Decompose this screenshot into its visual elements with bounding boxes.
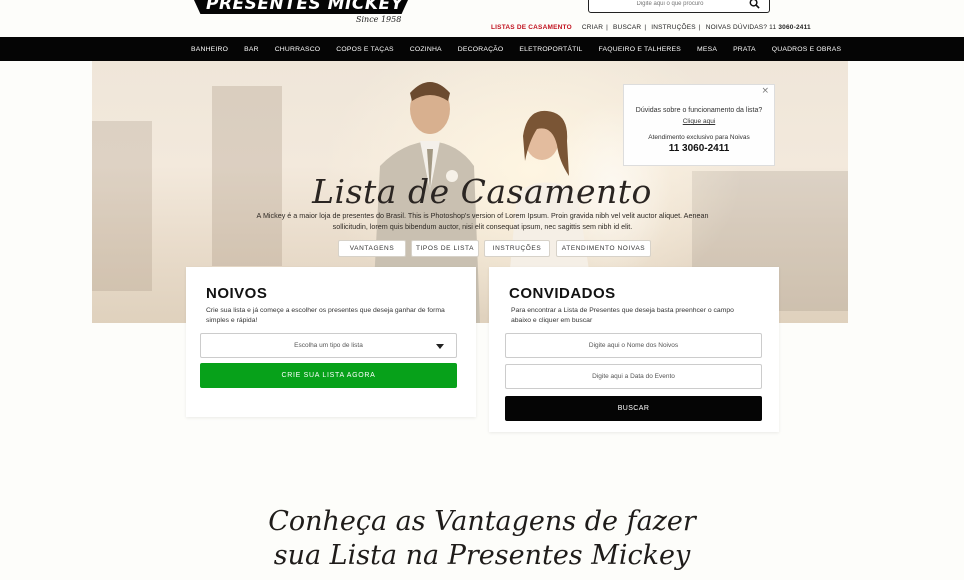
noivos-text: Crie sua lista e já começe a escolher os…	[206, 307, 445, 324]
separator: |	[644, 24, 647, 31]
caret-down-icon	[436, 344, 444, 349]
link-duvidas[interactable]: NOIVAS DÚVIDAS? 11	[706, 24, 777, 31]
site-header: PRESENTES MICKEY Since 1958 LISTAS DE CA…	[0, 0, 964, 37]
header-phone: 3060-2411	[778, 24, 811, 31]
nav-item-prata[interactable]: PRATA	[733, 46, 756, 53]
noivos-card: NOIVOS Crie sua lista e já começe a esco…	[186, 267, 476, 417]
nav-item-decora-o[interactable]: DECORAÇÃO	[458, 46, 504, 53]
convidados-text: Para encontrar a Lista de Presentes que …	[511, 307, 734, 324]
hero-description: A Mickey é a maior loja de presentes do …	[256, 211, 709, 231]
close-icon[interactable]: ×	[761, 86, 769, 96]
search-button[interactable]: BUSCAR	[505, 396, 762, 421]
convidados-title: CONVIDADOS	[509, 285, 616, 302]
noivos-title: NOIVOS	[206, 285, 268, 302]
logo-text: PRESENTES MICKEY	[206, 0, 404, 14]
link-buscar[interactable]: BUSCAR	[613, 24, 641, 31]
link-instrucoes[interactable]: INSTRUÇÕES	[651, 24, 696, 31]
nav-item-eletroport-til[interactable]: ELETROPORTÁTIL	[519, 46, 582, 53]
help-question: Dúvidas sobre o funcionamento da lista?	[635, 107, 763, 114]
logo[interactable]: PRESENTES MICKEY Since 1958	[194, 0, 408, 24]
separator: |	[606, 24, 608, 31]
couple-name-field[interactable]: Digite aqui o Nome dos Noivos	[505, 333, 762, 358]
nav-item-bar[interactable]: BAR	[244, 46, 259, 53]
help-attendance: Atendimento exclusivo para Noivas	[648, 134, 750, 141]
search-icon[interactable]	[749, 0, 760, 9]
advantages-heading: Conheça as Vantagens de fazer sua Lista …	[0, 505, 964, 573]
pill-instrucoes[interactable]: INSTRUÇÕES	[484, 240, 550, 257]
list-type-select-value: Escolha um tipo de lista	[294, 342, 363, 349]
advantages-heading-line2: sua Lista na Presentes Mickey	[273, 540, 691, 571]
link-listas-casamento[interactable]: LISTAS DE CASAMENTO	[491, 24, 572, 31]
hero-title: Lista de Casamento	[312, 172, 652, 211]
search-box	[588, 0, 770, 13]
nav-item-mesa[interactable]: MESA	[697, 46, 717, 53]
pill-vantagens[interactable]: VANTAGENS	[338, 240, 406, 257]
category-nav: BANHEIRO BAR CHURRASCO COPOS E TAÇAS COZINHA…	[0, 37, 964, 61]
convidados-card: CONVIDADOS Para encontrar a Lista de Pre…	[489, 267, 779, 432]
pill-atendimento-noivas[interactable]: ATENDIMENTO NOIVAS	[556, 240, 651, 257]
top-links: LISTAS DE CASAMENTO CRIAR | BUSCAR | INSTR…	[491, 24, 811, 31]
nav-item-faqueiro-e-talheres[interactable]: FAQUEIRO E TALHERES	[599, 46, 682, 53]
logo-since: Since 1958	[356, 15, 402, 24]
help-popup: × Dúvidas sobre o funcionamento da lista…	[623, 84, 775, 166]
event-date-field[interactable]: Digite aqui a Data do Evento	[505, 364, 762, 389]
nav-item-banheiro[interactable]: BANHEIRO	[191, 46, 228, 53]
nav-item-quadros-e-obras[interactable]: QUADROS E OBRAS	[772, 46, 841, 53]
help-phone: 11 3060-2411	[668, 143, 730, 154]
nav-item-churrasco[interactable]: CHURRASCO	[275, 46, 321, 53]
nav-item-cozinha[interactable]: COZINHA	[410, 46, 442, 53]
help-link[interactable]: Clique aqui	[624, 118, 774, 125]
list-type-select[interactable]: Escolha um tipo de lista	[200, 333, 457, 358]
pill-tipos-de-lista[interactable]: TIPOS DE LISTA	[411, 240, 479, 257]
create-list-button[interactable]: CRIE SUA LISTA AGORA	[200, 363, 457, 388]
link-criar[interactable]: CRIAR	[582, 24, 603, 31]
advantages-heading-line1: Conheça as Vantagens de fazer	[268, 506, 696, 537]
separator: |	[698, 24, 701, 31]
search-input[interactable]	[595, 0, 745, 10]
nav-item-copos-e-ta-as[interactable]: COPOS E TAÇAS	[336, 46, 394, 53]
